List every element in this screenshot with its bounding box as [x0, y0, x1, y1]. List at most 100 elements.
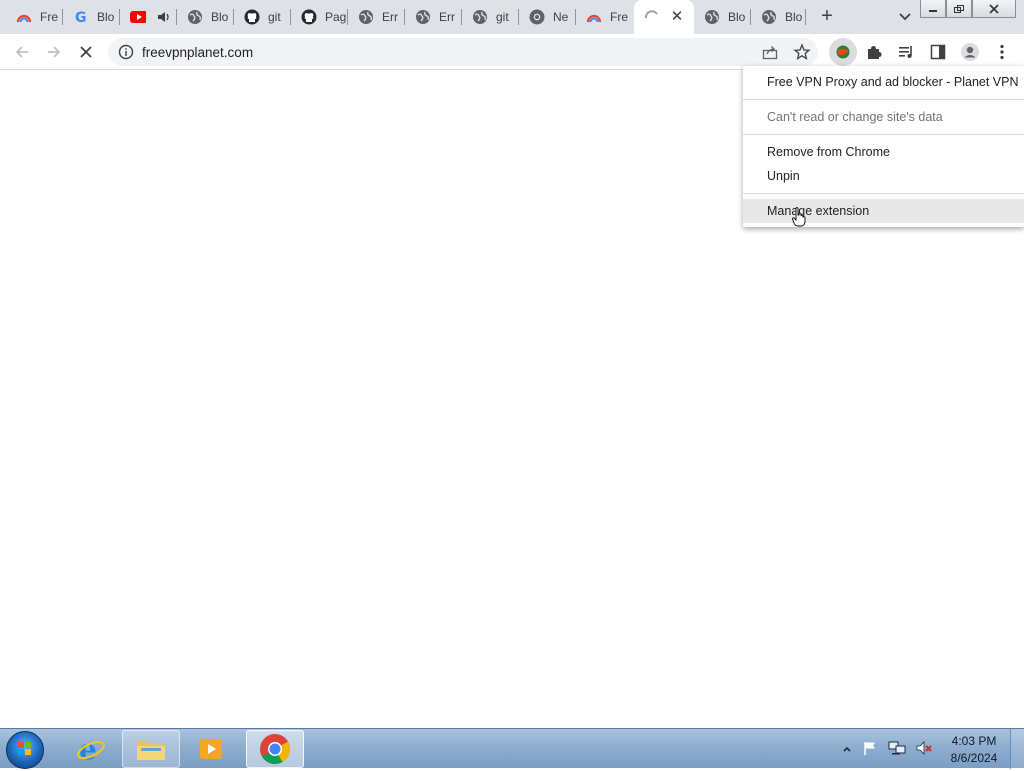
tab-label: Ne: [553, 10, 569, 24]
address-bar[interactable]: freevpnplanet.com: [108, 38, 818, 66]
tab-label: git: [268, 10, 281, 24]
close-window-button[interactable]: [972, 0, 1016, 18]
tab-label: Blo: [785, 10, 803, 24]
tab-label: Pag: [325, 10, 347, 24]
chrome-menu-button[interactable]: [990, 40, 1014, 64]
planet-vpn-extension-button[interactable]: [829, 38, 857, 66]
tab-10[interactable]: Fre: [576, 0, 633, 34]
back-button[interactable]: [10, 40, 34, 64]
close-icon: [80, 46, 92, 58]
tab-3[interactable]: Blo: [177, 0, 234, 34]
internet-explorer-icon: e: [77, 734, 105, 764]
extension-context-menu: Free VPN Proxy and ad blocker - Planet V…: [743, 66, 1024, 227]
media-queue-icon: [899, 46, 912, 58]
menu-item-remove-from-chrome[interactable]: Remove from Chrome: [743, 140, 1024, 164]
extensions-button[interactable]: [862, 40, 886, 64]
show-hidden-icons-button[interactable]: [842, 742, 852, 757]
new-tab-button[interactable]: +: [815, 4, 839, 28]
media-player-icon: [200, 739, 222, 759]
globe-icon: [704, 9, 720, 25]
menu-item-extension-title[interactable]: Free VPN Proxy and ad blocker - Planet V…: [743, 70, 1024, 94]
clock-date: 8/6/2024: [950, 751, 998, 765]
windows-taskbar: e 4:03 PM 8/6/2024: [0, 728, 1024, 769]
loading-spinner-icon: [644, 9, 660, 25]
share-button[interactable]: [758, 40, 782, 64]
close-tab-icon[interactable]: ✕: [669, 9, 685, 25]
tab-7[interactable]: Err: [405, 0, 462, 34]
share-icon: [762, 46, 778, 60]
tab-label: Blo: [728, 10, 746, 24]
menu-item-site-access: Can't read or change site's data: [767, 110, 943, 124]
taskbar-google-chrome[interactable]: [246, 730, 304, 768]
tab-label: Fre: [610, 10, 628, 24]
volume-muted-icon[interactable]: [916, 740, 934, 759]
forward-button[interactable]: [42, 40, 66, 64]
windows-logo-icon: [18, 742, 31, 755]
menu-item-unpin[interactable]: Unpin: [743, 164, 1024, 188]
kebab-menu-icon: [1000, 44, 1004, 60]
chevron-up-icon: [843, 746, 851, 752]
minimize-icon: [929, 9, 937, 12]
tab-9[interactable]: Ne: [519, 0, 576, 34]
site-info-icon[interactable]: [118, 44, 134, 60]
show-desktop-button[interactable]: [1010, 729, 1024, 769]
side-panel-button[interactable]: [926, 40, 950, 64]
globe-icon: [415, 9, 431, 25]
menu-item-manage-extension[interactable]: Manage extension: [743, 199, 1024, 223]
chrome-icon: [260, 734, 291, 765]
tab-label: Err: [382, 10, 398, 24]
side-panel-icon: [930, 44, 946, 60]
close-icon: [989, 3, 999, 14]
tab-label: Err: [439, 10, 455, 24]
taskbar-clock[interactable]: 4:03 PM 8/6/2024: [944, 733, 1004, 767]
chrome-icon: [529, 9, 545, 25]
taskbar-media-player[interactable]: [182, 730, 240, 768]
taskbar-file-explorer[interactable]: [122, 730, 180, 768]
avatar-icon: [961, 43, 979, 61]
stop-loading-button[interactable]: [74, 40, 98, 64]
chevron-down-icon: [899, 13, 911, 21]
github-icon: [301, 9, 317, 25]
tab-12[interactable]: Blo: [694, 0, 751, 34]
tab-5[interactable]: Pag: [291, 0, 348, 34]
hand-cursor-icon: [792, 207, 806, 227]
github-icon: [244, 9, 260, 25]
speaker-icon[interactable]: [156, 9, 172, 25]
menu-separator: [743, 134, 1024, 135]
media-control-button[interactable]: [894, 40, 918, 64]
tab-4[interactable]: git: [234, 0, 291, 34]
tab-label: Blo: [97, 10, 115, 24]
taskbar-internet-explorer[interactable]: e: [62, 730, 120, 768]
url-text[interactable]: freevpnplanet.com: [142, 45, 253, 60]
system-tray: [842, 737, 942, 761]
menu-separator: [743, 99, 1024, 100]
folder-icon: [137, 741, 165, 760]
rainbow-icon: [586, 9, 602, 25]
tab-11-active[interactable]: ✕: [634, 0, 694, 34]
tab-6[interactable]: Err: [348, 0, 405, 34]
tab-2[interactable]: [120, 0, 177, 34]
clock-time: 4:03 PM: [951, 734, 997, 748]
profile-button[interactable]: [958, 40, 982, 64]
youtube-icon: [130, 9, 146, 25]
tab-8[interactable]: git: [462, 0, 519, 34]
forward-arrow-icon: [48, 46, 61, 58]
minimize-button[interactable]: [920, 0, 946, 18]
action-center-flag-icon[interactable]: [862, 740, 878, 759]
restore-button[interactable]: [946, 0, 972, 18]
browser-toolbar: freevpnplanet.com: [0, 34, 1024, 70]
tab-search-button[interactable]: [895, 6, 915, 26]
network-icon[interactable]: [888, 740, 906, 759]
restore-icon: [954, 4, 964, 13]
tab-13[interactable]: Blo: [751, 0, 806, 34]
back-arrow-icon: [15, 46, 28, 58]
menu-separator: [743, 193, 1024, 194]
tab-1[interactable]: G Blo: [63, 0, 120, 34]
tab-0[interactable]: Fre: [6, 0, 63, 34]
tab-label: Fre: [40, 10, 58, 24]
tab-label: Blo: [211, 10, 229, 24]
globe-icon: [761, 9, 777, 25]
window-controls: [920, 0, 1016, 18]
bookmark-button[interactable]: [790, 40, 814, 64]
start-button[interactable]: [6, 731, 44, 769]
